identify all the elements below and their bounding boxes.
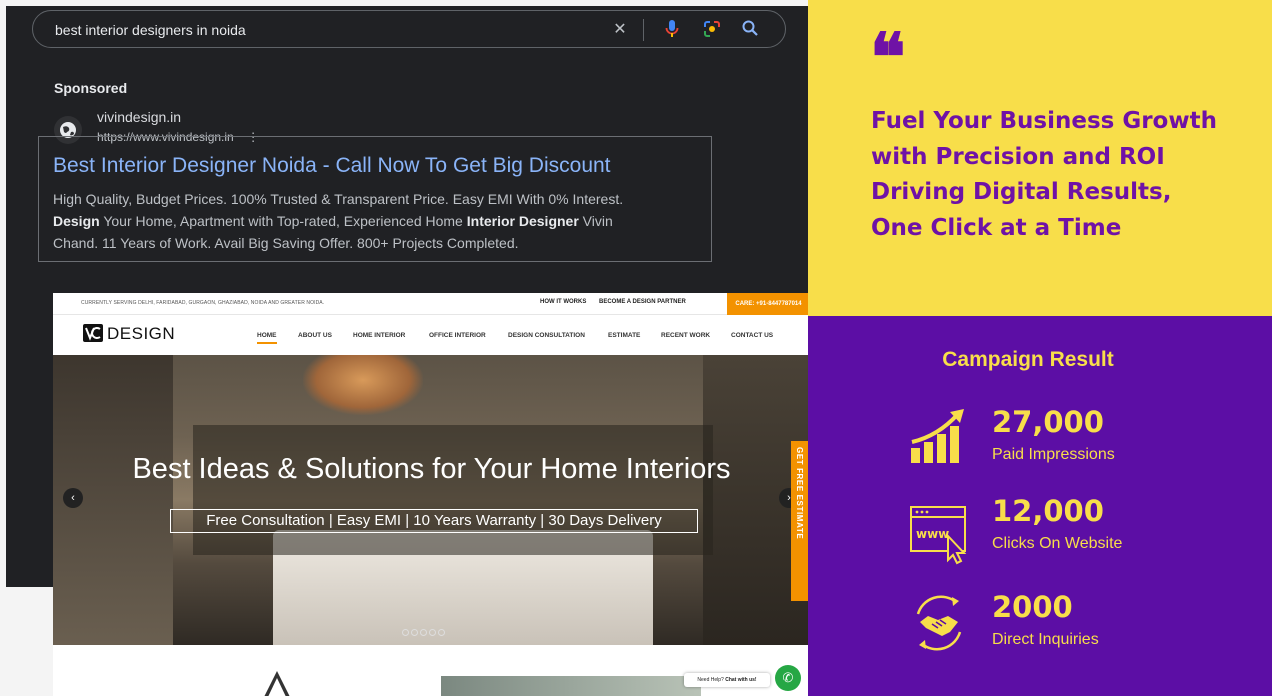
ad-desc-text: Your Home, Apartment with Top-rated, Exp… xyxy=(99,213,467,229)
slider-dot[interactable] xyxy=(429,629,436,636)
search-bar[interactable]: best interior designers in noida ✕ xyxy=(32,10,786,48)
estimate-tab-label: GET FREE ESTIMATE xyxy=(795,447,804,540)
nav-recent-work[interactable]: RECENT WORK xyxy=(661,332,710,339)
ad-keyword: Design xyxy=(53,213,100,229)
ad-description: High Quality, Budget Prices. 100% Truste… xyxy=(53,188,703,254)
campaign-results: Campaign Result 27,000 Paid Impressions … xyxy=(808,316,1272,696)
nav-contact-us[interactable]: CONTACT US xyxy=(731,332,773,339)
www-click-icon: www xyxy=(908,504,970,566)
ad-site-name[interactable]: vivindesign.in xyxy=(97,109,181,125)
hero-slider: Best Ideas & Solutions for Your Home Int… xyxy=(53,355,810,645)
metric-label: Paid Impressions xyxy=(992,446,1115,463)
handshake-icon xyxy=(908,592,970,654)
search-input[interactable]: best interior designers in noida xyxy=(55,22,246,38)
hero-photo-lamp xyxy=(303,355,423,415)
triangle-logo-inner xyxy=(267,678,287,696)
slider-prev-icon[interactable]: ‹ xyxy=(63,488,83,508)
ad-title-link[interactable]: Best Interior Designer Noida - Call Now … xyxy=(53,154,611,178)
hero-text-overlay xyxy=(193,425,713,555)
metric-label: Clicks On Website xyxy=(992,535,1123,552)
project-thumbnail xyxy=(441,676,701,696)
chat-prompt[interactable]: Need Help? Chat with us! xyxy=(684,673,770,687)
slider-dots xyxy=(402,623,447,641)
ad-desc-line: High Quality, Budget Prices. 100% Truste… xyxy=(53,191,624,207)
chat-label: Chat with us! xyxy=(725,677,757,683)
sponsored-label: Sponsored xyxy=(54,80,128,96)
metric-label: Direct Inquiries xyxy=(992,631,1099,648)
website-navbar: DESIGN HOME ABOUT US HOME INTERIOR OFFIC… xyxy=(53,315,810,355)
growth-chart-icon xyxy=(908,406,970,468)
hero-subtitle: Free Consultation | Easy EMI | 10 Years … xyxy=(170,509,698,533)
care-phone-badge[interactable]: CARE: +91-8447787014 xyxy=(727,293,810,315)
testimonial-line: Fuel Your Business Growth xyxy=(871,108,1217,134)
testimonial-line: One Click at a Time xyxy=(871,214,1122,241)
whatsapp-phone-icon[interactable]: ✆ xyxy=(775,665,801,691)
slider-dot[interactable] xyxy=(402,629,409,636)
svg-text:www: www xyxy=(916,527,949,541)
serving-areas-text: CURRENTLY SERVING DELHI, FARIDABAD, GURG… xyxy=(81,300,325,306)
ad-desc-text: Vivin xyxy=(578,213,613,229)
testimonial-text: Fuel Your Business Growth with Precision… xyxy=(871,104,1261,246)
campaign-result-title: Campaign Result xyxy=(942,348,1114,371)
metric-value: 2000 xyxy=(992,590,1073,624)
hero-title: Best Ideas & Solutions for Your Home Int… xyxy=(132,453,731,485)
slider-dot[interactable] xyxy=(438,629,445,636)
nav-design-consultation[interactable]: DESIGN CONSULTATION xyxy=(508,332,585,339)
stage: best interior designers in noida ✕ Spons… xyxy=(0,0,1272,696)
ad-desc-line: Design Your Home, Apartment with Top-rat… xyxy=(53,210,703,232)
how-it-works-link[interactable]: HOW IT WORKS xyxy=(540,299,586,305)
mic-icon[interactable] xyxy=(661,19,683,41)
nav-office-interior[interactable]: OFFICE INTERIOR xyxy=(429,332,486,339)
ad-desc-line: Chand. 11 Years of Work. Avail Big Savin… xyxy=(53,235,519,251)
metric-value: 12,000 xyxy=(992,494,1104,528)
chat-prefix: Need Help? xyxy=(697,677,726,683)
testimonial-line: Driving Digital Results, xyxy=(871,179,1172,205)
google-lens-icon[interactable] xyxy=(701,19,723,41)
website-below-hero: Need Help? Chat with us! ✆ xyxy=(53,645,810,696)
nav-home-interior[interactable]: HOME INTERIOR xyxy=(353,332,405,339)
metric-value: 27,000 xyxy=(992,405,1104,439)
become-partner-link[interactable]: BECOME A DESIGN PARTNER xyxy=(599,299,686,305)
slider-dot[interactable] xyxy=(420,629,427,636)
website-preview: CURRENTLY SERVING DELHI, FARIDABAD, GURG… xyxy=(53,293,810,696)
slider-dot[interactable] xyxy=(411,629,418,636)
quote-icon: ❝ xyxy=(870,18,906,96)
search-divider xyxy=(643,19,644,41)
nav-estimate[interactable]: ESTIMATE xyxy=(608,332,640,339)
vc-logo-icon[interactable] xyxy=(83,324,103,342)
nav-home[interactable]: HOME xyxy=(257,332,277,344)
testimonial-block: ❝ Fuel Your Business Growth with Precisi… xyxy=(808,0,1272,316)
website-top-strip: CURRENTLY SERVING DELHI, FARIDABAD, GURG… xyxy=(53,293,810,315)
clear-icon[interactable]: ✕ xyxy=(609,19,631,41)
ad-keyword: Interior Designer xyxy=(466,213,579,229)
search-icon[interactable] xyxy=(739,19,761,41)
logo-text[interactable]: DESIGN xyxy=(107,324,175,344)
testimonial-line: with Precision and ROI xyxy=(871,143,1165,170)
nav-about-us[interactable]: ABOUT US xyxy=(298,332,332,339)
